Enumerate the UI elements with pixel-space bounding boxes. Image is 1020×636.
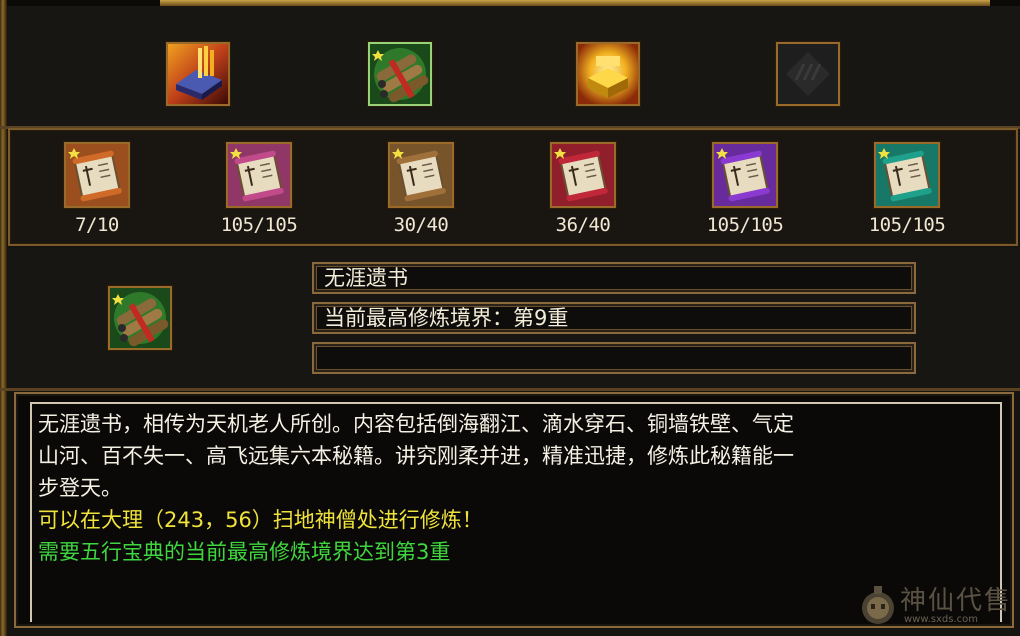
scroll-count: 36/40 xyxy=(555,214,611,236)
scroll-bundle-slot[interactable] xyxy=(368,42,432,106)
description-text: 无涯遗书，相传为天机老人所创。内容包括倒海翻江、滴水穿石、铜墙铁壁、气定 山河、… xyxy=(38,408,988,568)
description-line: 山河、百不失一、高飞远集六本秘籍。讲究刚柔并进，精准迅捷，修炼此秘籍能一 xyxy=(38,444,794,468)
scroll-slot[interactable] xyxy=(64,142,130,208)
scroll-bundle-icon xyxy=(110,288,170,348)
item-name-field: 无涯遗书 xyxy=(312,262,916,294)
scroll-count: 105/105 xyxy=(868,214,946,236)
item-slots-panel xyxy=(8,6,1020,126)
watermark-text: 神仙代售 xyxy=(900,586,1013,616)
scroll-count: 30/40 xyxy=(393,214,449,236)
scroll-count: 7/10 xyxy=(75,214,119,236)
training-location-text: 可以在大理（243，56）扫地神僧处进行修炼！ xyxy=(38,508,483,532)
selected-item-slot[interactable] xyxy=(108,286,172,350)
section-divider xyxy=(0,388,1020,391)
extra-info-field xyxy=(312,342,916,374)
scroll-slot[interactable] xyxy=(226,142,292,208)
watermark-logo: 神仙代售 www.sxds.com xyxy=(858,578,1018,634)
mascot-icon xyxy=(862,586,894,624)
description-line: 步登天。 xyxy=(38,476,122,500)
empty-item-slot[interactable] xyxy=(776,42,840,106)
cultivation-realm-field: 当前最高修炼境界：第9重 xyxy=(312,302,916,334)
purple-scroll-icon xyxy=(714,144,776,206)
description-line: 无涯遗书，相传为天机老人所创。内容包括倒海翻江、滴水穿石、铜墙铁壁、气定 xyxy=(38,412,794,436)
scroll-slot[interactable] xyxy=(550,142,616,208)
scroll-bundle-icon xyxy=(370,44,430,104)
red-scroll-icon xyxy=(552,144,614,206)
left-frame-border xyxy=(0,0,7,636)
scroll-count: 105/105 xyxy=(706,214,784,236)
pink-scroll-icon xyxy=(228,144,290,206)
gold-treasure-slot[interactable] xyxy=(576,42,640,106)
watermark-url: www.sxds.com xyxy=(904,614,979,625)
requirement-text: 需要五行宝典的当前最高修炼境界达到第3重 xyxy=(38,540,451,564)
scroll-count: 105/105 xyxy=(220,214,298,236)
empty-slot-icon xyxy=(778,44,838,104)
teal-scroll-icon xyxy=(876,144,938,206)
gold-treasure-icon xyxy=(578,44,638,104)
golden-book-icon xyxy=(168,44,228,104)
scroll-slot[interactable] xyxy=(874,142,940,208)
scroll-slot[interactable] xyxy=(388,142,454,208)
orange-scroll-icon xyxy=(66,144,128,206)
golden-book-slot[interactable] xyxy=(166,42,230,106)
scroll-slot[interactable] xyxy=(712,142,778,208)
bronze-scroll-icon xyxy=(390,144,452,206)
